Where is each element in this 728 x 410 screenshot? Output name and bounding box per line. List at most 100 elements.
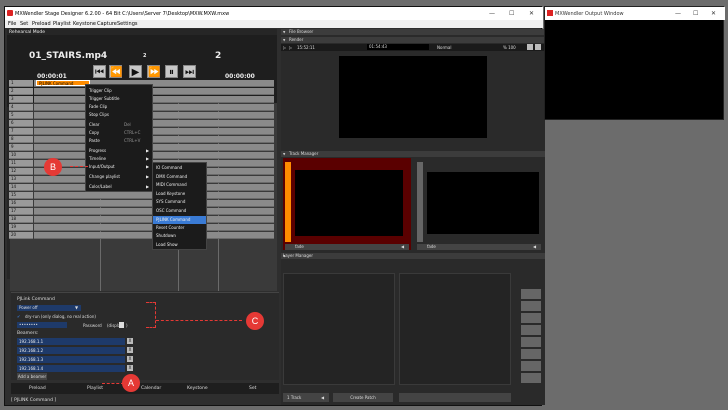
- layer-button[interactable]: [521, 337, 541, 347]
- submenu-item[interactable]: Reset Counter: [156, 225, 184, 230]
- playlist-row[interactable]: [34, 104, 274, 111]
- password-input[interactable]: ••••••••: [17, 322, 67, 328]
- create-patch-button[interactable]: Create Patch: [333, 393, 393, 402]
- playlist-row[interactable]: [34, 112, 274, 119]
- context-menu-item[interactable]: Input/Output: [89, 164, 115, 169]
- context-menu-item[interactable]: Trigger Subtitle: [89, 96, 120, 101]
- layer-slot[interactable]: [399, 273, 511, 385]
- add-beamer-button[interactable]: Add a beamer: [17, 373, 47, 380]
- track-level-bar[interactable]: [285, 162, 291, 242]
- track-manager-header[interactable]: Track Manager: [281, 151, 545, 157]
- context-menu-item[interactable]: Timeline: [89, 156, 106, 161]
- playlist-row[interactable]: [34, 88, 274, 95]
- beamer-ip-field[interactable]: 192.168.1.3: [17, 356, 125, 363]
- submenu-item[interactable]: DMX Command: [156, 174, 187, 179]
- zoom-level[interactable]: % 100: [503, 45, 516, 50]
- minimize-button[interactable]: —: [675, 10, 681, 17]
- remove-beamer-button[interactable]: X: [127, 356, 133, 362]
- menu-preload[interactable]: Preload: [32, 21, 51, 27]
- tab-playlist[interactable]: Playlist: [87, 386, 103, 391]
- context-menu-item[interactable]: Clear: [89, 122, 99, 127]
- context-menu-item[interactable]: Progress: [89, 148, 106, 153]
- playlist-row[interactable]: [34, 144, 274, 151]
- playlist-row[interactable]: [34, 136, 274, 143]
- maximize-button[interactable]: ☐: [693, 10, 698, 17]
- remove-beamer-button[interactable]: X: [127, 365, 133, 371]
- play-icon[interactable]: ▷: [289, 45, 292, 50]
- render-preview[interactable]: [339, 56, 487, 138]
- tab-preload[interactable]: Preload: [29, 386, 46, 391]
- remove-beamer-button[interactable]: X: [127, 347, 133, 353]
- play-button[interactable]: ▶: [129, 65, 142, 78]
- pause-button[interactable]: ⏸: [165, 65, 178, 78]
- track-level-bar[interactable]: [417, 162, 423, 242]
- submenu-item[interactable]: PJLINK Command: [153, 216, 206, 224]
- minimize-button[interactable]: —: [489, 10, 495, 17]
- context-menu-item[interactable]: Trigger Clip: [89, 88, 112, 93]
- fit-icon[interactable]: [527, 44, 533, 50]
- layer-button[interactable]: [521, 301, 541, 311]
- menu-capture[interactable]: Capture: [97, 21, 117, 27]
- close-button[interactable]: ✕: [529, 10, 534, 17]
- menu-file[interactable]: File: [8, 21, 16, 27]
- submenu-item[interactable]: OSC Command: [156, 208, 186, 213]
- submenu-item[interactable]: Load Keystone: [156, 191, 185, 196]
- context-menu-item[interactable]: Paste: [89, 138, 100, 143]
- playlist-clip[interactable]: PJLINK Command: [36, 80, 90, 86]
- layer-slot[interactable]: [283, 273, 395, 385]
- close-button[interactable]: ✕: [711, 10, 716, 17]
- fast-forward-button[interactable]: ⏩: [147, 65, 160, 78]
- track-slot-active[interactable]: fade ◀: [283, 158, 411, 250]
- fade-slider[interactable]: fade ◀: [285, 244, 409, 250]
- playlist-row[interactable]: [34, 152, 274, 159]
- play-icon[interactable]: ▷: [283, 45, 286, 50]
- menu-playlist[interactable]: Playlist: [53, 21, 71, 27]
- playlist-row[interactable]: [34, 120, 274, 127]
- menu-set[interactable]: Set: [20, 21, 28, 27]
- playlist-row[interactable]: [34, 128, 274, 135]
- remove-beamer-button[interactable]: X: [127, 338, 133, 344]
- patch-bar[interactable]: [399, 393, 511, 402]
- file-browser-header[interactable]: File Browser: [281, 29, 545, 35]
- context-menu-item[interactable]: Fade Clip: [89, 104, 107, 109]
- display-checkbox[interactable]: [119, 322, 124, 328]
- maximize-button[interactable]: ☐: [509, 10, 514, 17]
- layer-button[interactable]: [521, 289, 541, 299]
- context-menu-item[interactable]: Color/Label: [89, 184, 112, 189]
- rewind-button[interactable]: ⏪: [109, 65, 122, 78]
- layer-button[interactable]: [521, 349, 541, 359]
- tab-keystone[interactable]: Keystone: [187, 386, 208, 391]
- fade-slider[interactable]: fade ◀: [417, 244, 541, 250]
- beamer-ip-field[interactable]: 192.168.1.1: [17, 338, 125, 345]
- submenu-item[interactable]: SYS Command: [156, 199, 185, 204]
- track-slot[interactable]: fade ◀: [415, 158, 543, 250]
- playlist-row[interactable]: [34, 96, 274, 103]
- context-menu-item[interactable]: Stop Clips: [89, 112, 109, 117]
- context-menu-item[interactable]: Change playlist: [89, 174, 120, 179]
- skip-back-button[interactable]: ⏮: [93, 65, 106, 78]
- blend-mode[interactable]: Normal: [437, 45, 451, 50]
- submenu-item[interactable]: IO Command: [156, 165, 182, 170]
- tab-set[interactable]: Set: [249, 386, 256, 391]
- render-header[interactable]: Render: [281, 37, 545, 43]
- submenu-arrow-icon: ▶: [146, 164, 150, 169]
- beamer-ip-field[interactable]: 192.168.1.4: [17, 365, 125, 372]
- command-dropdown[interactable]: Power off ▼: [17, 305, 81, 311]
- menu-keystone[interactable]: Keystone: [73, 21, 96, 27]
- submenu-item[interactable]: MIDI Command: [156, 182, 187, 187]
- submenu-item[interactable]: Load Show: [156, 242, 178, 247]
- layer-button[interactable]: [521, 373, 541, 383]
- context-menu-item[interactable]: Copy: [89, 130, 99, 135]
- beamer-ip-field[interactable]: 192.168.1.2: [17, 347, 125, 354]
- fullscreen-icon[interactable]: [535, 44, 541, 50]
- layer-button[interactable]: [521, 313, 541, 323]
- submenu-item[interactable]: Shutdown: [156, 233, 176, 238]
- menu-settings[interactable]: Settings: [117, 21, 138, 27]
- layer-button[interactable]: [521, 325, 541, 335]
- track-count-button[interactable]: 1 Track ◀: [283, 393, 329, 402]
- layer-button[interactable]: [521, 361, 541, 371]
- tab-calendar[interactable]: Calendar: [141, 386, 161, 391]
- checkbox-check-icon[interactable]: ✔: [17, 314, 20, 319]
- skip-forward-button[interactable]: ⏭: [183, 65, 196, 78]
- layer-manager-header[interactable]: Layer Manager: [281, 253, 545, 259]
